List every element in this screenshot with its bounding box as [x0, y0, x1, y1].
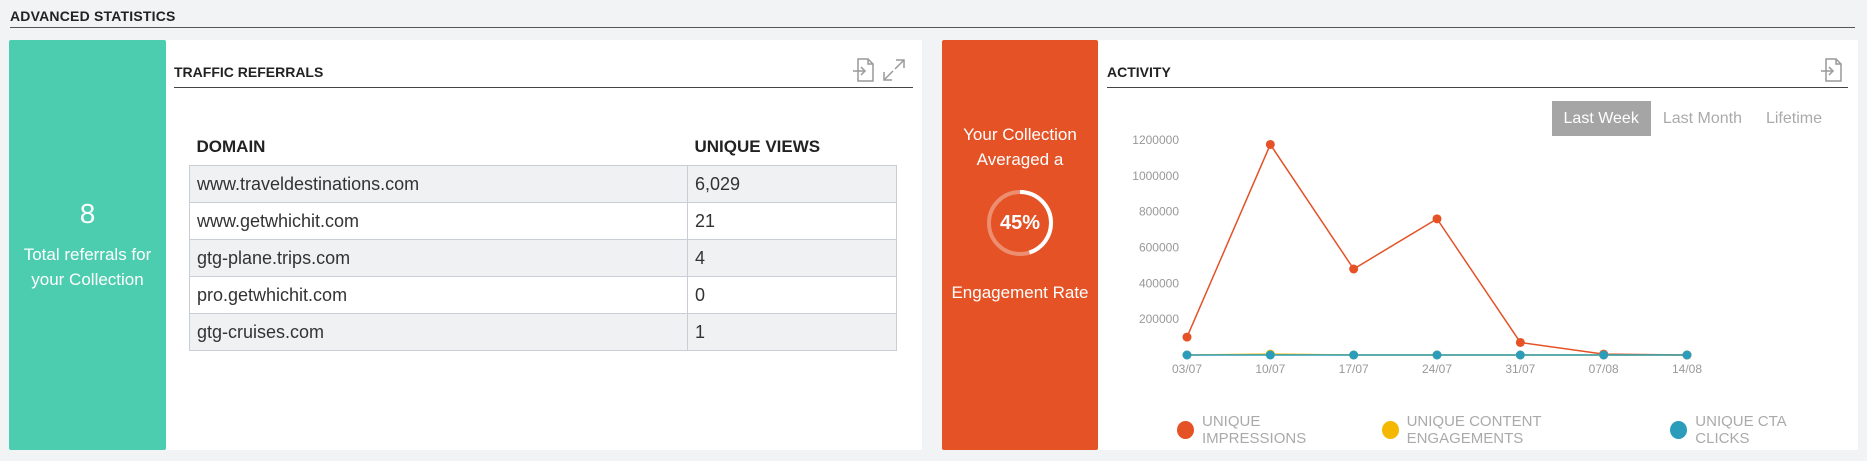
- y-tick-label: 1000000: [1132, 169, 1179, 183]
- table-row: gtg-plane.trips.com 4: [189, 239, 897, 277]
- series-line: [1186, 142, 1688, 356]
- legend-label: UNIQUE CTA CLICKS: [1695, 413, 1786, 447]
- table-row: gtg-cruises.com 1: [189, 313, 897, 351]
- table-header-row: DOMAIN UNIQUE VIEWS: [190, 137, 897, 166]
- data-point: [1349, 264, 1359, 274]
- unique-views-cell: 4: [687, 239, 897, 277]
- legend-dot-cta-clicks: [1670, 421, 1688, 439]
- data-point: [1182, 350, 1192, 360]
- legend-item-content-engagements[interactable]: UNIQUE CONTENT ENGAGEMENTS: [1381, 413, 1649, 447]
- table-row: www.getwhichit.com 21: [189, 202, 897, 240]
- expand-icon[interactable]: [880, 56, 908, 84]
- data-point: [1432, 350, 1442, 360]
- activity-line-chart: 200000 400000 600000 800000 1000000 1200000 03…: [1132, 133, 1702, 376]
- domain-cell: pro.getwhichit.com: [189, 276, 688, 314]
- legend-dot-impressions: [1177, 421, 1195, 439]
- data-point: [1349, 350, 1359, 360]
- engagement-rate-tile: Your Collection Averaged a 45% Engagemen…: [942, 40, 1098, 450]
- unique-views-cell: 0: [687, 276, 897, 314]
- referrals-table: DOMAIN UNIQUE VIEWS www.traveldestinatio…: [189, 137, 897, 351]
- table-row: www.traveldestinations.com 6,029: [189, 165, 897, 203]
- table-row: pro.getwhichit.com 0: [189, 276, 897, 314]
- chart-legend: UNIQUE IMPRESSIONS UNIQUE CONTENT ENGAGE…: [1177, 413, 1858, 447]
- data-point: [1432, 214, 1442, 224]
- x-tick-label: 07/08: [1589, 362, 1619, 376]
- y-tick-label: 200000: [1139, 312, 1179, 326]
- page-title: ADVANCED STATISTICS: [10, 8, 1855, 28]
- y-tick-label: 1200000: [1132, 133, 1179, 147]
- domain-cell: www.getwhichit.com: [189, 202, 688, 240]
- engagement-top-text: Your Collection Averaged a: [963, 125, 1077, 169]
- engagement-bottom-text: Engagement Rate: [951, 283, 1089, 302]
- data-point: [1265, 350, 1275, 360]
- domain-cell: gtg-cruises.com: [189, 313, 688, 351]
- legend-label: UNIQUE IMPRESSIONS: [1202, 413, 1307, 447]
- y-tick-label: 400000: [1139, 276, 1179, 290]
- data-point: [1599, 350, 1609, 360]
- domain-cell: www.traveldestinations.com: [189, 165, 688, 203]
- y-tick-label: 800000: [1139, 205, 1179, 219]
- x-tick-label: 24/07: [1422, 362, 1452, 376]
- total-referrals-tile: 8 Total referrals for your Collection: [9, 40, 166, 450]
- traffic-referrals-panel: 8 Total referrals for your Collection TR…: [9, 40, 922, 450]
- unique-views-cell: 6,029: [687, 165, 897, 203]
- x-tick-label: 17/07: [1339, 362, 1369, 376]
- data-point: [1265, 139, 1275, 149]
- unique-views-cell: 1: [687, 313, 897, 351]
- x-tick-label: 14/08: [1672, 362, 1702, 376]
- domain-cell: gtg-plane.trips.com: [189, 239, 688, 277]
- export-icon[interactable]: [1818, 56, 1846, 84]
- traffic-referrals-title: TRAFFIC REFERRALS: [174, 64, 324, 80]
- legend-item-cta-clicks[interactable]: UNIQUE CTA CLICKS: [1670, 413, 1836, 447]
- data-point: [1515, 350, 1525, 360]
- activity-title: ACTIVITY: [1107, 64, 1171, 80]
- y-tick-label: 600000: [1139, 241, 1179, 255]
- total-referrals-label: Total referrals for your Collection: [23, 245, 152, 289]
- data-point: [1182, 332, 1192, 342]
- x-tick-label: 31/07: [1505, 362, 1535, 376]
- legend-dot-content-engagements: [1381, 421, 1399, 439]
- data-point: [1515, 337, 1525, 347]
- column-header-unique-views: UNIQUE VIEWS: [694, 137, 821, 156]
- legend-label: UNIQUE CONTENT ENGAGEMENTS: [1406, 413, 1542, 447]
- activity-header: ACTIVITY: [1107, 54, 1848, 88]
- engagement-rate-ring: 45%: [985, 188, 1055, 258]
- engagement-rate-value: 45%: [999, 212, 1041, 234]
- total-referrals-value: 8: [79, 198, 96, 229]
- legend-item-impressions[interactable]: UNIQUE IMPRESSIONS: [1177, 413, 1360, 447]
- x-tick-label: 10/07: [1255, 362, 1285, 376]
- column-header-domain: DOMAIN: [196, 137, 266, 156]
- data-point: [1682, 350, 1692, 360]
- activity-panel: Your Collection Averaged a 45% Engagemen…: [942, 40, 1858, 450]
- x-tick-label: 03/07: [1172, 362, 1202, 376]
- unique-views-cell: 21: [687, 202, 897, 240]
- traffic-referrals-header: TRAFFIC REFERRALS: [174, 54, 913, 88]
- export-icon[interactable]: [850, 56, 878, 84]
